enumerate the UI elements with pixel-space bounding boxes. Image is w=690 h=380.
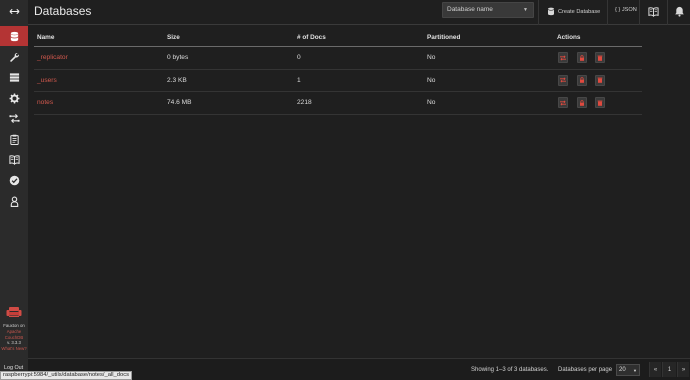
json-button[interactable]: { } JSON: [615, 7, 637, 13]
table-row: _users 2.3 KB 1 No: [34, 70, 642, 92]
trash-icon: [597, 77, 603, 83]
bell-icon[interactable]: [674, 6, 685, 17]
replicate-button[interactable]: [558, 52, 568, 63]
replication-icon: [560, 100, 566, 105]
replicate-button[interactable]: [558, 74, 568, 86]
database-name-link[interactable]: _replicator: [37, 54, 68, 61]
database-partitioned: No: [427, 99, 436, 106]
create-database-label: Create Database: [558, 8, 601, 15]
page-title: Databases: [34, 4, 92, 18]
gear-icon: [9, 93, 19, 103]
database-doc-count: 2218: [297, 99, 312, 106]
showing-count: Showing 1–3 of 3 databases.: [471, 367, 549, 373]
per-page-value: 20: [619, 367, 626, 373]
header-divider: [538, 0, 539, 25]
json-label: { } JSON: [615, 7, 637, 13]
replicate-button[interactable]: [558, 97, 568, 108]
per-page-label: Databases per page: [558, 367, 613, 373]
user-icon: [10, 196, 18, 207]
sidebar-item-nodes[interactable]: [0, 129, 28, 149]
page-header: Databases Database name ▼ Create Databas…: [28, 0, 690, 25]
header-divider: [607, 0, 608, 25]
clipboard-icon: [9, 134, 19, 145]
sidebar: Fauxton on Apache CouchDB v. 3.3.3 What'…: [0, 0, 28, 380]
database-size: 2.3 KB: [167, 76, 187, 84]
brand-line: Fauxton on: [3, 323, 25, 328]
replication-icon: [560, 55, 566, 60]
sidebar-item-verify[interactable]: [0, 170, 28, 190]
sidebar-item-user[interactable]: [0, 191, 28, 211]
trash-icon: [597, 55, 603, 61]
table-header: Name Size # of Docs Partitioned Actions: [34, 31, 642, 47]
header-divider: [667, 0, 668, 25]
delete-button[interactable]: [595, 52, 605, 63]
create-database-button[interactable]: Create Database: [547, 7, 600, 16]
database-search-placeholder: Database name: [447, 6, 493, 13]
column-header-name[interactable]: Name: [37, 34, 54, 41]
permissions-button[interactable]: [577, 52, 587, 63]
column-header-size: Size: [167, 34, 180, 41]
whats-new-link[interactable]: What's New?: [0, 346, 28, 352]
sidebar-item-replication[interactable]: [0, 108, 28, 128]
sidebar-item-active-tasks[interactable]: [0, 67, 28, 87]
database-size: 74.6 MB: [167, 99, 192, 106]
pagination-page[interactable]: 1: [662, 362, 676, 377]
databases-table: Name Size # of Docs Partitioned Actions …: [34, 31, 642, 115]
header-divider: [639, 0, 640, 25]
sidebar-item-databases[interactable]: [0, 26, 28, 46]
permissions-button[interactable]: [577, 74, 587, 86]
replication-icon: [560, 77, 566, 83]
trash-icon: [597, 100, 603, 106]
permissions-button[interactable]: [577, 97, 587, 108]
column-header-docs: # of Docs: [297, 34, 326, 41]
delete-button[interactable]: [595, 97, 605, 108]
replication-icon: [8, 113, 20, 123]
database-size: 0 bytes: [167, 54, 189, 61]
per-page-select[interactable]: 20 ▼: [616, 364, 640, 376]
couchdb-logo-icon: [6, 307, 22, 317]
database-partitioned: No: [427, 54, 436, 61]
book-icon: [8, 154, 20, 165]
toggle-arrows-icon: [9, 8, 19, 14]
book-icon[interactable]: [648, 6, 659, 17]
wrench-icon: [9, 52, 19, 62]
column-header-partitioned: Partitioned: [427, 34, 461, 41]
pagination-next[interactable]: »: [677, 362, 689, 377]
database-name-link[interactable]: _users: [37, 77, 57, 84]
sidebar-item-config[interactable]: [0, 88, 28, 108]
lock-icon: [580, 99, 584, 106]
table-row: notes 74.6 MB 2218 No: [34, 92, 642, 115]
server-icon: [9, 72, 19, 82]
database-search-input[interactable]: Database name ▼: [442, 2, 534, 18]
database-doc-count: 1: [297, 76, 301, 84]
delete-button[interactable]: [595, 74, 605, 86]
database-doc-count: 0: [297, 54, 301, 61]
database-partitioned: No: [427, 76, 436, 84]
browser-status-url: raspberrypi:5984/_utils/database/notes/_…: [0, 371, 133, 380]
about-block: Fauxton on Apache CouchDB v. 3.3.3 What'…: [0, 323, 28, 352]
sidebar-toggle[interactable]: [0, 1, 28, 21]
database-name-link[interactable]: notes: [37, 99, 53, 106]
database-add-icon: [548, 7, 554, 16]
sidebar-item-documentation[interactable]: [0, 149, 28, 169]
sidebar-item-setup[interactable]: [0, 47, 28, 67]
chevron-down-icon: ▼: [633, 368, 637, 373]
pagination-prev[interactable]: «: [649, 362, 661, 377]
check-circle-icon: [9, 175, 19, 185]
lock-icon: [580, 54, 584, 61]
column-header-actions: Actions: [557, 34, 581, 41]
chevron-down-icon: ▼: [523, 7, 528, 13]
database-icon: [9, 31, 19, 41]
table-row: _replicator 0 bytes 0 No: [34, 47, 642, 70]
lock-icon: [580, 77, 584, 83]
